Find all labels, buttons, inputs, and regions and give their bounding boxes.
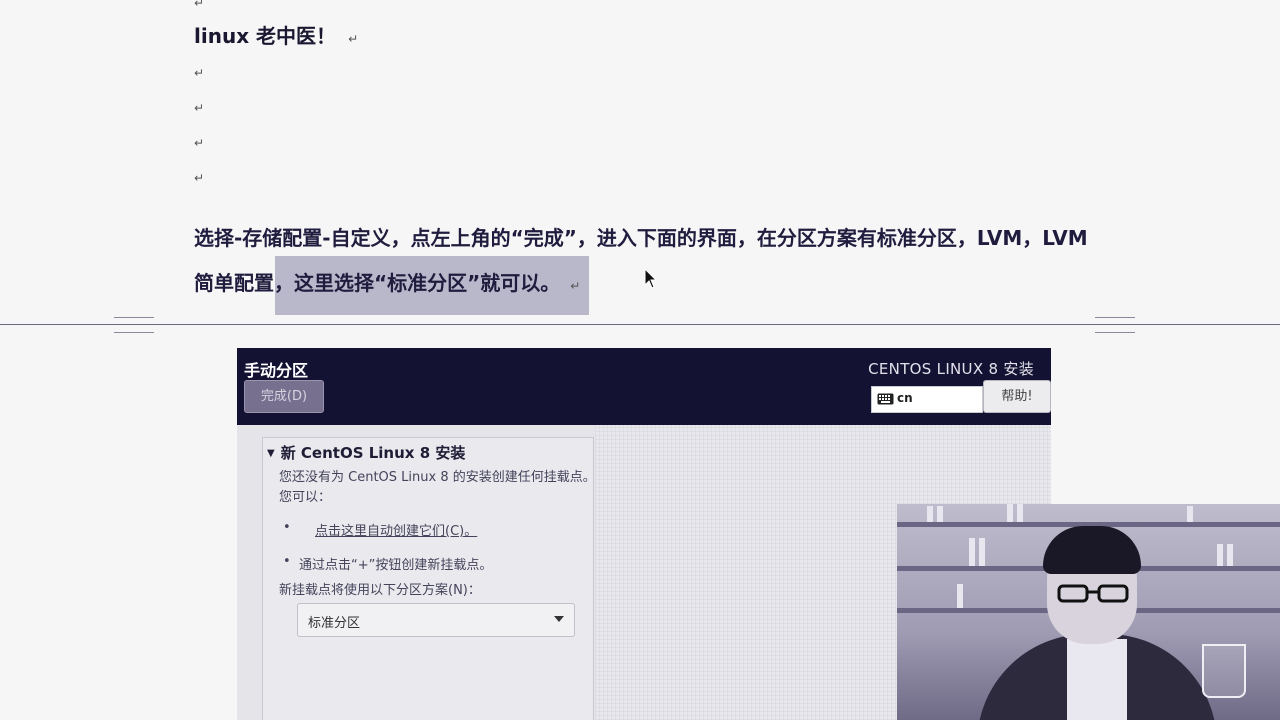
book-shape: [1007, 504, 1013, 522]
auto-create-link[interactable]: 点击这里自动创建它们(C)。: [315, 520, 477, 539]
partition-scheme-label: 新挂载点将使用以下分区方案(N)：: [279, 583, 481, 598]
help-button[interactable]: 帮助!: [983, 380, 1051, 413]
paragraph-mark: ↵: [194, 0, 205, 10]
installer-title: 手动分区: [244, 361, 309, 380]
body-text-line-1[interactable]: 选择-存储配置-自定义，点左上角的“完成”，进入下面的界面，在分区方案有标准分区…: [194, 222, 1088, 251]
keyboard-icon: [877, 393, 894, 405]
book-shape: [1017, 504, 1023, 522]
mount-points-panel: ▼ 新 CentOS Linux 8 安装 您还没有为 CentOS Linux …: [262, 437, 596, 720]
person-shirt: [1067, 639, 1127, 720]
mouse-cursor-icon: [644, 268, 658, 289]
keyboard-layout-text: cn: [897, 391, 913, 405]
paragraph-mark: ↵: [570, 279, 581, 293]
page-corner-mark-right: [1095, 317, 1135, 333]
paragraph-mark: ↵: [194, 66, 205, 80]
partition-scheme-dropdown[interactable]: 标准分区: [297, 603, 575, 637]
triangle-down-icon: ▼: [267, 448, 275, 459]
webcam-overlay: [897, 504, 1280, 720]
book-shape: [937, 506, 943, 522]
book-shape: [969, 538, 975, 566]
bullet-icon: •: [283, 554, 291, 569]
document-title-text: linux 老中医！: [194, 24, 337, 48]
section-title: 新 CentOS Linux 8 安装: [280, 444, 466, 462]
paragraph-mark: ↵: [194, 171, 205, 185]
bullet-icon: •: [283, 520, 291, 535]
installer-header: 手动分区 完成(D) CENTOS LINUX 8 安装 cn 帮助!: [237, 348, 1051, 425]
glasses-icon: [1057, 584, 1129, 603]
no-mount-points-text: 您还没有为 CentOS Linux 8 的安装创建任何挂载点。: [279, 470, 596, 485]
keyboard-layout-indicator[interactable]: cn: [871, 386, 983, 413]
page-break-line: [0, 324, 1280, 325]
done-button[interactable]: 完成(D): [244, 380, 324, 413]
you-can-text: 您可以：: [279, 490, 332, 505]
paragraph-mark: ↵: [194, 136, 205, 150]
body-text-line-2-text: 简单配置，这里选择“标准分区”就可以。: [194, 271, 561, 295]
book-shape: [979, 538, 985, 566]
paragraph-mark: ↵: [194, 101, 205, 115]
plus-button-hint: 通过点击“+”按钮创建新挂载点。: [299, 558, 493, 573]
paragraph-mark: ↵: [348, 32, 359, 46]
book-shape: [927, 506, 933, 522]
glass-cup: [1202, 644, 1246, 698]
product-title: CENTOS LINUX 8 安装: [868, 360, 1034, 378]
body-text-line-2[interactable]: 简单配置，这里选择“标准分区”就可以。 ↵: [194, 267, 580, 296]
book-shape: [1227, 544, 1233, 566]
dropdown-arrow-icon: [554, 616, 564, 622]
person-hair: [1043, 526, 1141, 574]
book-shape: [1187, 506, 1193, 522]
new-install-section-header[interactable]: ▼ 新 CentOS Linux 8 安装: [267, 442, 465, 463]
book-shape: [1217, 544, 1223, 566]
partition-scheme-value: 标准分区: [308, 616, 361, 631]
page-corner-mark-left: [114, 317, 154, 333]
document-title: linux 老中医！ ↵: [194, 20, 358, 49]
book-shape: [957, 584, 963, 608]
